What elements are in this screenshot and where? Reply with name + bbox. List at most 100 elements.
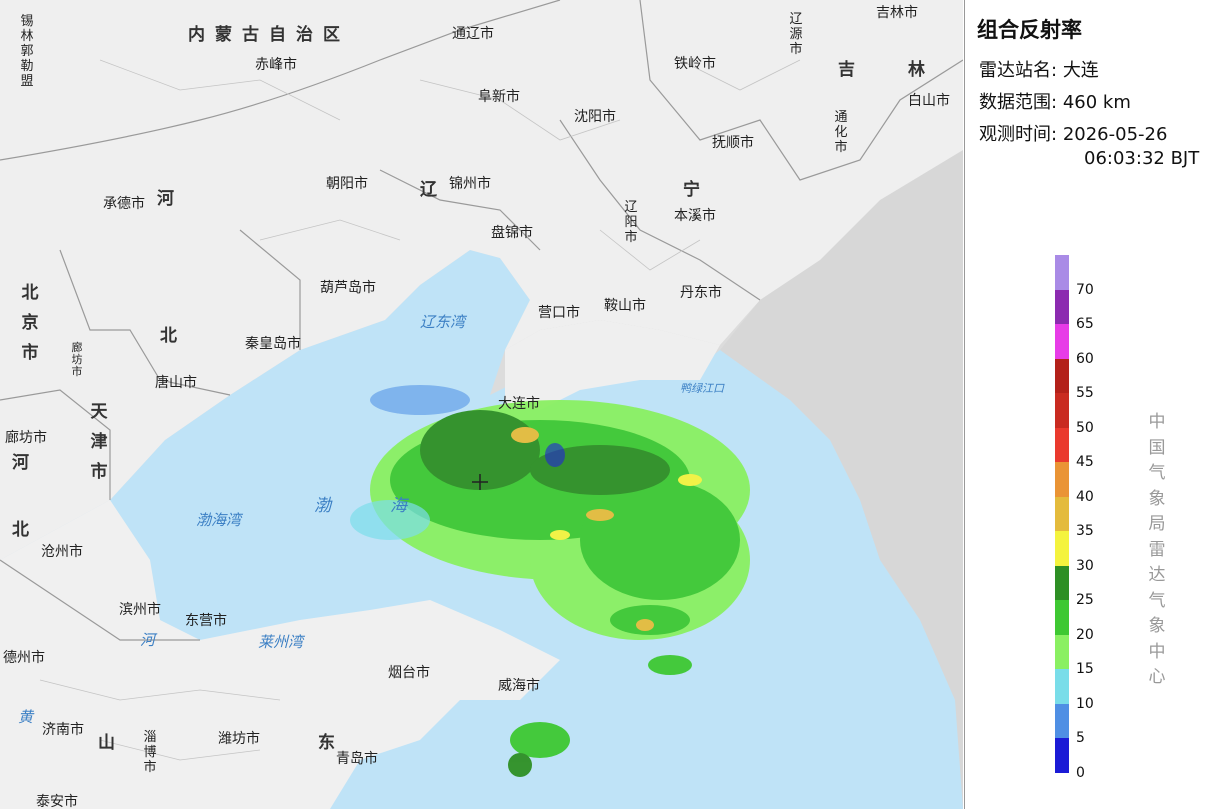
province-label-liao: 辽	[420, 180, 447, 200]
legend-color-box	[1055, 427, 1069, 462]
city-label-chengde: 承德市	[103, 196, 145, 212]
legend-value-label: 25	[1076, 592, 1094, 608]
range-row: 数据范围: 460 km	[979, 88, 1131, 114]
legend-color-box	[1055, 255, 1069, 290]
legend-value-label: 40	[1076, 488, 1094, 505]
city-label-benxi: 本溪市	[674, 208, 716, 224]
range-label: 数据范围:	[979, 92, 1058, 113]
legend-color-box	[1055, 531, 1069, 566]
legend-value-label: 20	[1076, 626, 1094, 643]
city-label-baishan: 白山市	[908, 93, 950, 109]
city-label-binzhou: 滨州市	[119, 602, 161, 618]
sea-label-yalu: 鸭绿江口	[680, 382, 724, 395]
legend-color-box	[1055, 565, 1069, 600]
legend-color-box	[1055, 634, 1069, 669]
region-label-langfang-small: 廊坊市	[71, 341, 83, 378]
river-label-he: 河	[140, 631, 156, 649]
station-label: 雷达站名:	[979, 60, 1058, 81]
legend-color-box	[1055, 462, 1069, 497]
legend-color-box	[1055, 600, 1069, 635]
legend-value-label: 5	[1076, 730, 1085, 746]
city-label-tongliao: 通辽市	[452, 26, 494, 42]
legend-value-label: 30	[1076, 557, 1094, 574]
sea-label-bohai-b: 海	[390, 496, 407, 516]
legend-value-label: 60	[1076, 350, 1094, 367]
date-value: 2026-05-26	[1062, 124, 1168, 145]
city-label-cangzhou: 沧州市	[41, 544, 83, 560]
city-label-anshan: 鞍山市	[604, 298, 646, 314]
city-label-qingdao: 青岛市	[336, 751, 378, 767]
station-row: 雷达站名: 大连	[979, 56, 1099, 82]
province-label-bei: 北	[160, 326, 187, 346]
province-label-dong: 东	[318, 733, 345, 753]
sea-label-bohai-bay: 渤海湾	[196, 511, 242, 529]
legend-value-label: 50	[1076, 419, 1094, 436]
legend-value-label: 15	[1076, 661, 1094, 677]
legend-color-box	[1055, 393, 1069, 428]
radar-map[interactable]: 内蒙古自治区 河 辽 宁 吉 林 北 北京市 天津市 河 北 山 东 锡林郭勒盟…	[0, 0, 963, 809]
city-label-yingkou: 营口市	[538, 305, 580, 321]
city-label-weihai: 威海市	[498, 678, 540, 694]
region-label-xilinguole: 锡林郭勒盟	[20, 14, 34, 89]
map-canvas	[0, 0, 963, 809]
province-label-ning: 宁	[683, 180, 710, 200]
city-label-liaoyang: 辽阳市	[624, 200, 638, 245]
city-label-taian: 泰安市	[36, 794, 78, 809]
province-label-beijing: 北京市	[21, 283, 39, 363]
station-value: 大连	[1062, 60, 1099, 81]
legend-value-label: 45	[1076, 454, 1094, 470]
city-label-chifeng: 赤峰市	[255, 57, 297, 73]
legend-value-label: 35	[1076, 523, 1094, 539]
province-label-neimenggu: 内蒙古自治区	[188, 25, 350, 45]
city-label-liaoyuan: 辽源市	[789, 12, 803, 57]
legend-value-label: 0	[1076, 764, 1085, 781]
city-label-panjin: 盘锦市	[491, 225, 533, 241]
province-label-tianjin: 天津市	[90, 402, 108, 482]
sea-label-bohai-a: 渤	[314, 496, 331, 516]
legend-value-label: 65	[1076, 316, 1094, 332]
legend-color-box	[1055, 289, 1069, 324]
product-title: 组合反射率	[977, 18, 1082, 42]
info-panel: 组合反射率 雷达站名: 大连 数据范围: 460 km 观测时间: 2026-0…	[964, 0, 1213, 809]
city-label-huludao: 葫芦岛市	[320, 280, 376, 296]
sea-label-liaodong-bay: 辽东湾	[420, 313, 466, 331]
city-label-dezhou: 德州市	[3, 650, 45, 666]
city-label-qinhuangdao: 秦皇岛市	[245, 336, 301, 352]
time-row: 观测时间: 2026-05-26	[979, 120, 1167, 146]
province-label-shan: 山	[98, 733, 125, 753]
province-label-hebei-he: 河	[12, 453, 39, 473]
city-label-dalian: 大连市	[498, 396, 540, 412]
legend-color-box	[1055, 738, 1069, 773]
legend-value-label: 70	[1076, 281, 1094, 298]
city-label-zibo: 淄博市	[143, 730, 157, 775]
city-label-weifang: 潍坊市	[218, 731, 260, 747]
legend-color-box	[1055, 358, 1069, 393]
credit-text: 中国气象局雷达气象中心	[1148, 412, 1166, 687]
legend-color-box	[1055, 669, 1069, 704]
city-label-fuxin: 阜新市	[478, 89, 520, 105]
river-label-huang: 黄	[18, 708, 34, 726]
city-label-tangshan: 唐山市	[155, 375, 197, 391]
legend-color-box	[1055, 703, 1069, 738]
city-label-yantai: 烟台市	[388, 665, 430, 681]
reflectivity-legend	[1055, 255, 1069, 773]
city-label-jinzhou: 锦州市	[449, 176, 491, 192]
city-label-dandong: 丹东市	[680, 285, 722, 301]
legend-value-label: 10	[1076, 695, 1094, 712]
city-label-chaoyang: 朝阳市	[326, 176, 368, 192]
city-label-dongying: 东营市	[185, 613, 227, 629]
legend-color-box	[1055, 324, 1069, 359]
time-value: 06:03:32 BJT	[1084, 148, 1200, 169]
range-value: 460 km	[1062, 92, 1131, 113]
time-label: 观测时间:	[979, 124, 1058, 145]
province-label-he: 河	[157, 189, 184, 209]
city-label-tonghua: 通化市	[834, 110, 848, 155]
province-label-ji: 吉	[838, 60, 865, 80]
province-label-lin: 林	[908, 60, 935, 80]
city-label-jinan: 济南市	[42, 722, 84, 738]
legend-color-box	[1055, 496, 1069, 531]
city-label-tieling: 铁岭市	[674, 56, 716, 72]
legend-value-label: 55	[1076, 385, 1094, 401]
city-label-jilin: 吉林市	[876, 5, 918, 21]
city-label-langfang: 廊坊市	[5, 430, 47, 446]
